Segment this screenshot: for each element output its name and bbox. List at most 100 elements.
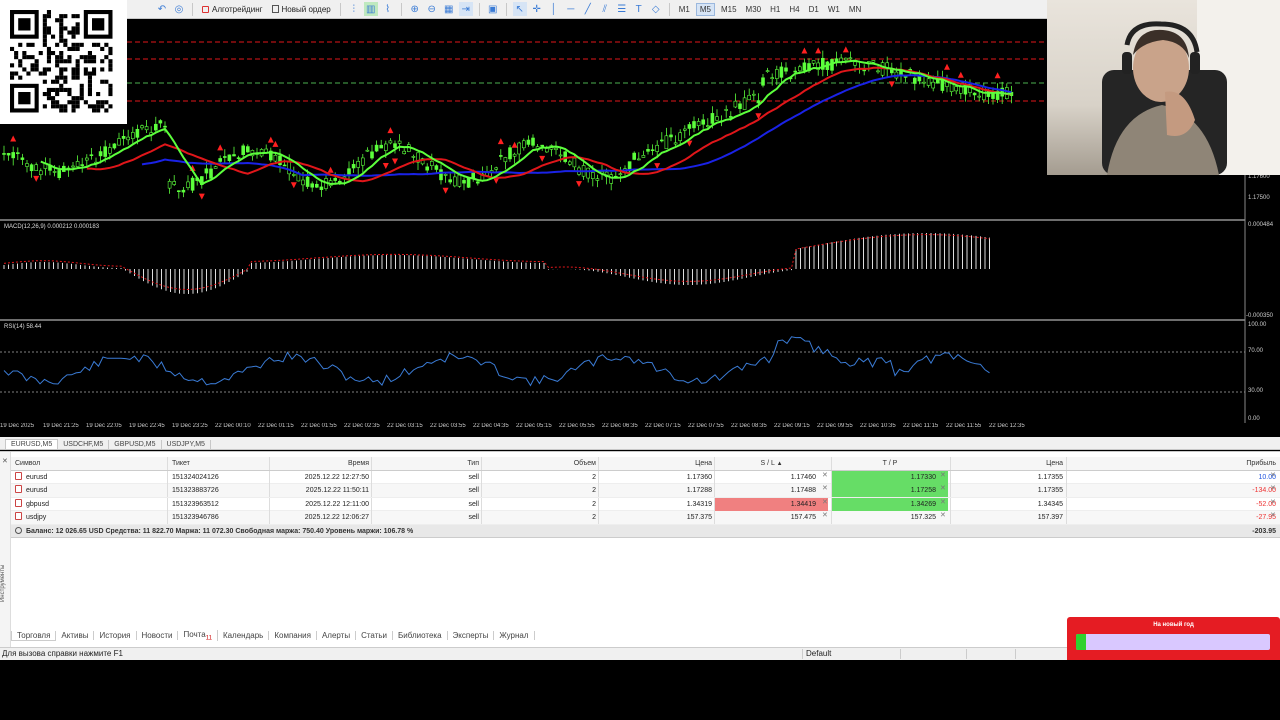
col-profit[interactable]: Прибыль: [1066, 457, 1276, 470]
tab-experts[interactable]: Эксперты: [448, 631, 495, 640]
zoom-out-icon[interactable]: ⊖: [425, 2, 439, 16]
sl-cell[interactable]: 1.17460: [714, 470, 828, 484]
rsi-axis-30: 30.00: [1248, 388, 1264, 394]
candle-body: [167, 181, 172, 189]
tp-cell[interactable]: 1.34269: [831, 497, 948, 511]
globe-icon[interactable]: ◎: [172, 2, 186, 16]
zoom-in-icon[interactable]: ⊕: [408, 2, 422, 16]
remove-tp-icon[interactable]: ✕: [940, 511, 946, 519]
close-position-icon[interactable]: ✕: [1270, 498, 1276, 506]
timeframe-d1[interactable]: D1: [806, 4, 822, 15]
candle-body: [177, 190, 181, 192]
col-volume[interactable]: Объем: [481, 457, 596, 470]
col-current-price[interactable]: Цена: [950, 457, 1063, 470]
sl-cell[interactable]: 1.17488: [714, 484, 828, 497]
close-position-icon[interactable]: ✕: [1270, 471, 1276, 479]
shapes-icon[interactable]: ◇: [649, 2, 663, 16]
table-row[interactable]: usdjpy 151323946786 2025.12.22 12:06:27 …: [11, 511, 1280, 525]
timeframe-mn[interactable]: MN: [846, 4, 864, 15]
remove-tp-icon[interactable]: ✕: [940, 471, 946, 479]
chart-tab-eurusd[interactable]: EURUSD,M5: [5, 439, 59, 449]
tp-cell[interactable]: 157.325: [831, 511, 948, 524]
col-type[interactable]: Тип: [371, 457, 479, 470]
algo-trading-button[interactable]: Алготрейдинг: [199, 2, 266, 17]
text-icon[interactable]: T: [632, 2, 646, 16]
autoscroll-icon[interactable]: ⇥: [458, 2, 473, 16]
col-price[interactable]: Цена: [598, 457, 712, 470]
col-time[interactable]: Время: [269, 457, 369, 470]
remove-tp-icon[interactable]: ✕: [940, 484, 946, 492]
candle-body: [121, 136, 126, 139]
tab-journal[interactable]: Журнал: [494, 631, 535, 640]
tp-cell[interactable]: 1.17258: [831, 484, 948, 497]
timeframe-m30[interactable]: M30: [743, 4, 765, 15]
timeframe-w1[interactable]: W1: [825, 4, 843, 15]
table-row[interactable]: gbpusd 151323963512 2025.12.22 12:11:00 …: [11, 497, 1280, 511]
tab-calendar[interactable]: Календарь: [218, 631, 270, 640]
chart-tab-usdjpy[interactable]: USDJPY,M5: [162, 440, 211, 449]
crosshair-icon[interactable]: ✛: [530, 2, 544, 16]
profit-cell: -27.95: [1066, 511, 1276, 524]
collapse-icon[interactable]: [15, 526, 22, 534]
chart-tab-usdchf[interactable]: USDCHF,M5: [58, 440, 110, 449]
cursor-icon[interactable]: ↖: [512, 2, 527, 16]
fractal-arrow: [327, 166, 334, 173]
remove-sl-icon[interactable]: ✕: [822, 511, 828, 519]
sl-cell[interactable]: 157.475: [714, 511, 828, 524]
remove-sl-icon[interactable]: ✕: [822, 471, 828, 479]
remove-tp-icon[interactable]: ✕: [940, 498, 946, 506]
screenshot-icon[interactable]: ▣: [486, 2, 500, 16]
time-axis-label: 22 Dec 12:35: [989, 423, 1025, 429]
candle-body: [89, 154, 94, 157]
timeframe-m15[interactable]: M15: [718, 4, 740, 15]
tab-mail[interactable]: Почта11: [178, 629, 218, 642]
chart-tab-gbpusd[interactable]: GBPUSD,M5: [109, 440, 162, 449]
col-symbol[interactable]: Символ: [15, 457, 165, 470]
grid-icon[interactable]: ▦: [442, 2, 456, 16]
undo-icon[interactable]: ↶: [155, 2, 169, 16]
tab-alerts[interactable]: Алерты: [317, 631, 357, 640]
candle-body: [347, 168, 351, 175]
time-axis-label: 22 Dec 01:15: [258, 423, 294, 429]
new-order-button[interactable]: Новый ордер: [269, 2, 334, 17]
close-position-icon[interactable]: ✕: [1270, 484, 1276, 492]
sl-cell[interactable]: 1.34419: [714, 497, 828, 511]
candle-body: [471, 172, 476, 179]
table-row[interactable]: eurusd 151324024126 2025.12.22 12:27:50 …: [11, 470, 1280, 484]
tp-cell[interactable]: 1.17330: [831, 470, 948, 484]
goal-progress-fill: [1076, 634, 1086, 650]
candle-body: [751, 93, 756, 96]
remove-sl-icon[interactable]: ✕: [822, 498, 828, 506]
col-sl[interactable]: S / L ▲: [714, 457, 828, 470]
fractal-arrow: [10, 135, 17, 142]
col-ticket[interactable]: Тикет: [167, 457, 267, 470]
close-icon[interactable]: ✕: [2, 457, 8, 465]
timeframe-h4[interactable]: H4: [786, 4, 802, 15]
col-tp[interactable]: T / P: [831, 457, 948, 470]
candles-icon[interactable]: ▥: [363, 2, 378, 16]
trendline-icon[interactable]: ╱: [581, 2, 595, 16]
remove-sl-icon[interactable]: ✕: [822, 484, 828, 492]
tab-trade[interactable]: Торговля: [11, 630, 57, 641]
channel-icon[interactable]: ⫽: [598, 2, 612, 16]
profile-name[interactable]: Default: [806, 649, 831, 658]
tab-library[interactable]: Библиотека: [393, 631, 448, 640]
tab-history[interactable]: История: [94, 631, 137, 640]
bar-chart-icon[interactable]: ⫶: [347, 2, 361, 16]
vertical-line-icon[interactable]: │: [547, 2, 561, 16]
table-row[interactable]: eurusd 151323883726 2025.12.22 11:50:11 …: [11, 484, 1280, 498]
timeframe-m1[interactable]: M1: [676, 4, 693, 15]
time-cell: 2025.12.22 12:27:50: [269, 470, 369, 484]
tab-company[interactable]: Компания: [269, 631, 317, 640]
fibo-icon[interactable]: ☰: [615, 2, 629, 16]
line-chart-icon[interactable]: ⌇: [381, 2, 395, 16]
close-position-icon[interactable]: ✕: [1270, 511, 1276, 519]
horizontal-line-icon[interactable]: ─: [564, 2, 578, 16]
fractal-arrow: [392, 158, 398, 165]
timeframe-h1[interactable]: H1: [767, 4, 783, 15]
tab-articles[interactable]: Статьи: [356, 631, 394, 640]
timeframe-m5[interactable]: M5: [695, 2, 715, 16]
fractal-arrow: [539, 155, 546, 162]
tab-assets[interactable]: Активы: [56, 631, 95, 640]
tab-news[interactable]: Новости: [137, 631, 179, 640]
